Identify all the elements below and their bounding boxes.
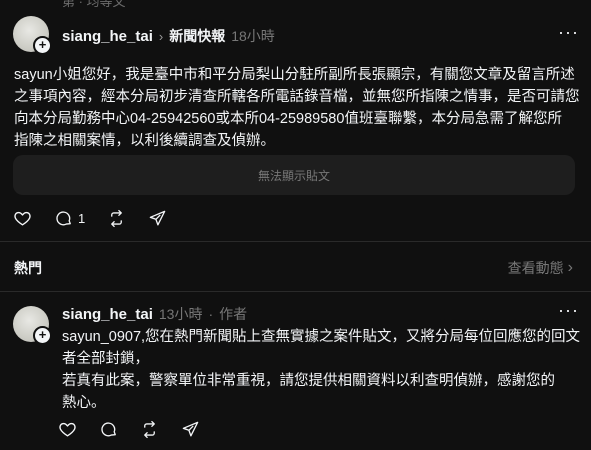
post-body-line: sayun小姐您好，我是臺中市和平分局梨山分駐所副所長張顯宗，有關您文章及留言所… — [14, 67, 575, 83]
post-original: + siang_he_tai › 新聞快報 18小時 ··· sayun小姐您好… — [0, 0, 591, 240]
like-button[interactable] — [58, 420, 77, 439]
username[interactable]: siang_he_tai — [62, 28, 153, 45]
more-icon[interactable]: ··· — [558, 300, 579, 321]
like-button[interactable] — [13, 209, 32, 228]
topic-tag[interactable]: 新聞快報 — [169, 26, 225, 46]
sort-hot-label[interactable]: 熱門 — [14, 258, 42, 278]
post-time: 18小時 — [231, 28, 275, 44]
follow-plus-icon[interactable]: + — [33, 36, 52, 55]
unavailable-post-embed: 無法顯示貼文 — [13, 155, 575, 195]
repost-button[interactable] — [140, 420, 159, 439]
reply-button[interactable] — [99, 420, 118, 439]
embed-message: 無法顯示貼文 — [257, 168, 330, 183]
comment-icon — [101, 422, 116, 437]
post-time: 13小時 — [158, 306, 203, 322]
username[interactable]: siang_he_tai — [62, 306, 153, 323]
reply-body-line: 者全部封鎖， — [62, 351, 149, 367]
post-body-line: 指陳之相關案情，以利後續調查及偵辦。 — [14, 133, 275, 149]
reply-body: sayun_0907,您在熱門新聞貼上查無實據之案件貼文，又將分局每位回應您的回… — [62, 326, 582, 414]
reply-body-line: 熱心。 — [62, 395, 106, 411]
heart-icon — [59, 422, 76, 437]
repost-icon — [111, 209, 123, 228]
share-button[interactable] — [181, 420, 200, 439]
heart-icon — [14, 211, 31, 226]
view-activity-link[interactable]: 查看動態 › — [508, 258, 573, 278]
post-body: sayun小姐您好，我是臺中市和平分局梨山分駐所副所長張顯宗，有關您文章及留言所… — [14, 64, 584, 152]
post-reply: + siang_he_tai 13小時 · 作者 ··· sayun_0907,… — [0, 292, 591, 450]
post-body-line: 之事項內容，經本分局初步清查所轄各所電話錄音檔，並無您所指陳之情事，是否可請您 — [14, 89, 580, 105]
share-button[interactable] — [148, 209, 167, 228]
chevron-right-icon: › — [567, 259, 573, 276]
reply-count: 1 — [78, 211, 86, 226]
comment-icon — [56, 211, 71, 226]
follow-plus-icon[interactable]: + — [33, 326, 52, 345]
reply-body-line: 若真有此案，警察單位非常重視，請您提供相關資料以利查明偵辦，感謝您的 — [62, 373, 555, 389]
meta-separator: · — [208, 306, 214, 322]
reply-button[interactable]: 1 — [54, 209, 85, 228]
chevron-right-icon: › — [158, 28, 164, 44]
send-icon — [182, 421, 199, 437]
more-icon[interactable]: ··· — [558, 22, 579, 43]
repost-icon — [144, 420, 155, 439]
divider — [0, 241, 591, 242]
view-activity-label: 查看動態 — [507, 260, 564, 276]
send-icon — [149, 210, 166, 226]
author-badge: 作者 — [219, 306, 248, 322]
reply-body-line: sayun_0907,您在熱門新聞貼上查無實據之案件貼文，又將分局每位回應您的回… — [62, 329, 581, 345]
avatar[interactable]: + — [13, 16, 52, 55]
repost-button[interactable] — [107, 209, 126, 228]
avatar[interactable]: + — [13, 306, 52, 345]
post-body-line: 向本分局勤務中心04-25942560或本所04-25989580值班臺聯繫，本… — [14, 111, 562, 127]
